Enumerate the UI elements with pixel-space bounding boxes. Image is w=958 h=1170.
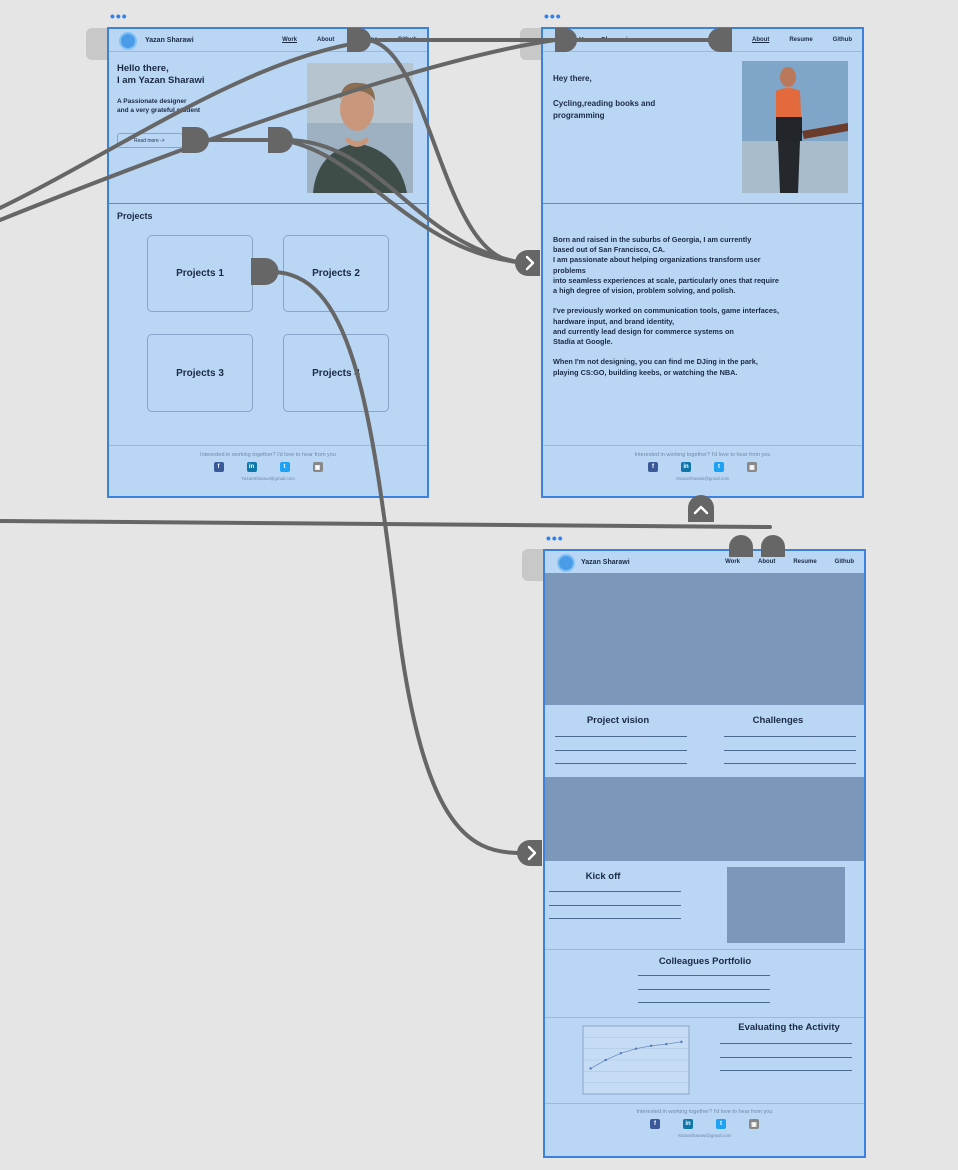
wire-handle	[251, 258, 279, 285]
wire-handle	[761, 535, 785, 557]
connection-wire	[268, 269, 520, 855]
wire-handle	[708, 28, 732, 52]
prototype-arrow	[515, 250, 540, 276]
prototype-connections	[0, 28, 785, 866]
wire-handle	[729, 535, 753, 557]
prototype-arrow	[517, 840, 542, 866]
wire-handle	[347, 28, 371, 52]
wire-handle	[555, 28, 577, 52]
wire-handle	[182, 127, 209, 153]
wire-handle	[268, 127, 293, 153]
